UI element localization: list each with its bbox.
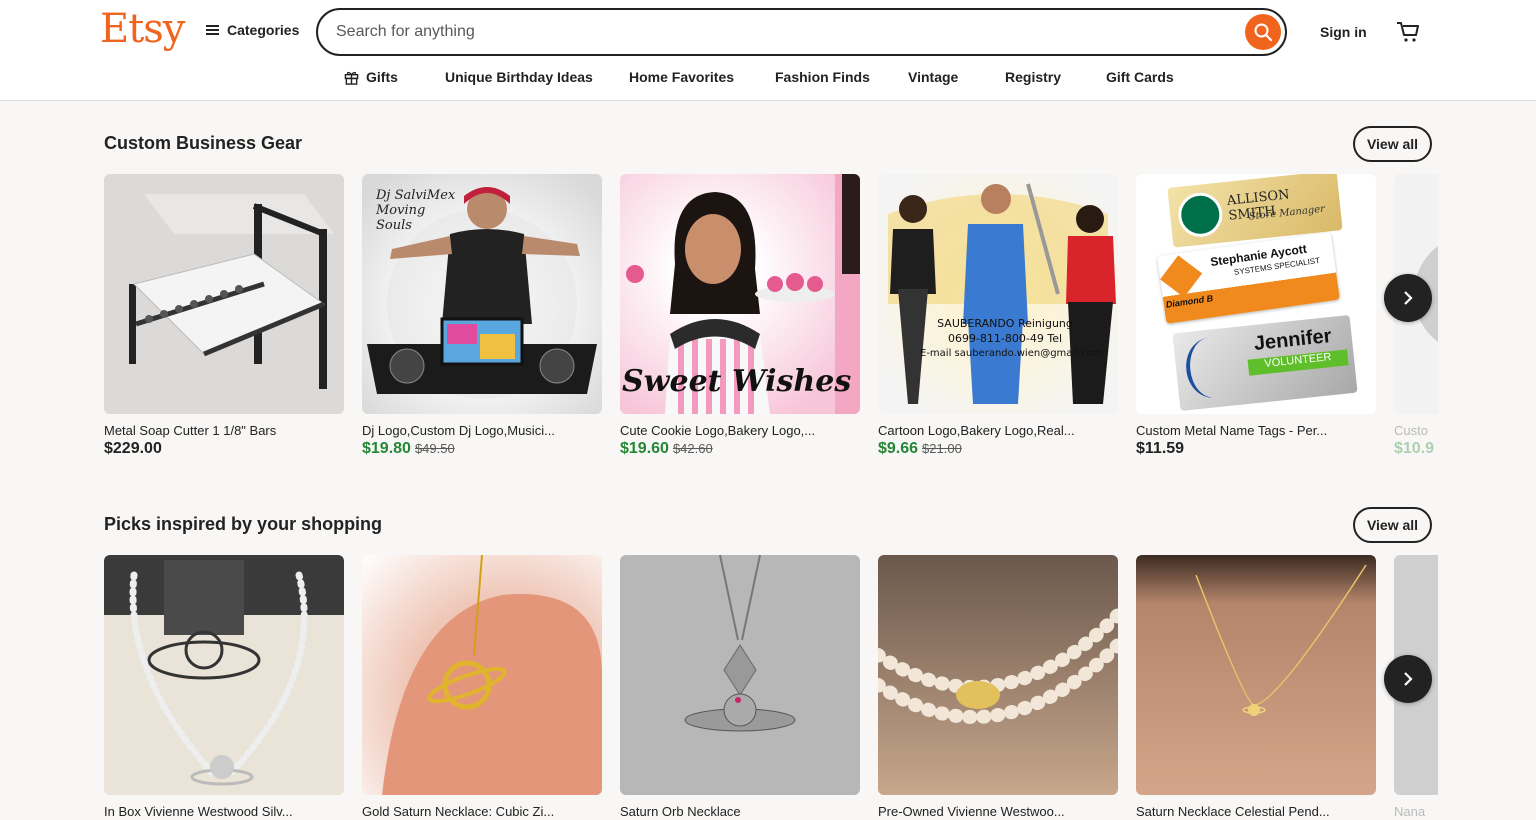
nav-item-registry[interactable]: Registry [1005,69,1061,85]
price-row: $10.9 [1394,440,1438,458]
product-title: In Box Vivienne Westwood Silv... [104,804,293,819]
product-title: Gold Saturn Necklace: Cubic Zi... [362,804,555,819]
product-card[interactable]: Gold Saturn Necklace: Cubic Zi... [362,555,602,819]
chevron-right-icon [1404,672,1413,686]
caption-line: E-mail sauberando.wien@gmail.com [920,348,1103,359]
image-caption: Sweet Wishes [622,364,852,399]
search-input[interactable] [336,20,1216,44]
product-title: Dj Logo,Custom Dj Logo,Musici... [362,423,555,438]
product-price: $19.80 [362,440,411,457]
carousel-next-button[interactable] [1384,655,1432,703]
categories-label: Categories [227,22,300,38]
product-image: SAUBERANDO Reinigung 0699-811-800-49 Tel… [878,174,1118,414]
section-title: Picks inspired by your shopping [104,514,383,534]
product-image: ALLISON SMITH Store Manager Stephanie Ay… [1136,174,1376,414]
product-image [362,555,602,795]
product-card[interactable]: ALLISON SMITH Store Manager Stephanie Ay… [1136,174,1376,458]
image-caption: SAUBERANDO Reinigung 0699-811-800-49 Tel… [920,316,1103,361]
product-title: Cartoon Logo,Bakery Logo,Real... [878,423,1075,438]
product-image [1136,555,1376,795]
product-image [620,555,860,795]
product-price: $19.60 [620,440,669,457]
product-title: Cute Cookie Logo,Bakery Logo,... [620,423,816,438]
diamond-logo-icon [1160,255,1203,298]
product-title: Saturn Necklace Celestial Pend... [1136,804,1330,819]
product-price: $9.66 [878,440,919,457]
product-card[interactable]: Metal Soap Cutter 1 1/8" Bars $229.00 [104,174,344,458]
nav-item-gifts[interactable]: Gifts [344,69,398,85]
search-bar [316,8,1287,56]
cart-icon [1397,22,1419,42]
original-price: $49.50 [414,441,455,456]
nav-label: Gifts [366,69,398,85]
product-price: $10.9 [1394,440,1435,457]
product-card[interactable]: Dj SalviMex Moving Souls Dj Logo,Custom … [362,174,602,458]
nav-item-birthday[interactable]: Unique Birthday Ideas [445,69,593,85]
gift-icon [344,71,359,85]
original-price: $21.00 [922,441,962,456]
price-row: $19.60 $42.60 [620,440,860,458]
categories-button[interactable]: Categories [206,22,299,38]
sign-in-link[interactable]: Sign in [1320,24,1367,40]
price-row: $11.59 [1136,440,1376,458]
product-card[interactable]: Pre-Owned Vivienne Westwoo... [878,555,1118,819]
view-all-button[interactable]: View all [1353,507,1432,543]
nav-item-vintage[interactable]: Vintage [908,69,958,85]
product-title: Saturn Orb Necklace [620,804,741,819]
caption-line: SAUBERANDO Reinigung [937,317,1073,330]
product-card[interactable]: Saturn Necklace Celestial Pend... [1136,555,1376,819]
nav-item-gift-cards[interactable]: Gift Cards [1106,69,1174,85]
product-card[interactable]: Sweet Wishes Cute Cookie Logo,Bakery Log… [620,174,860,458]
tag-company: Diamond B [1165,293,1214,310]
product-card[interactable]: SAUBERANDO Reinigung 0699-811-800-49 Tel… [878,174,1118,458]
tag-silver: Jennifer VOLUNTEER [1172,314,1358,412]
search-button[interactable] [1245,14,1281,50]
product-title: Custom Metal Name Tags - Per... [1136,423,1328,438]
product-image [104,555,344,795]
chevron-right-icon [1404,291,1413,305]
nav-item-home-favorites[interactable]: Home Favorites [629,69,734,85]
price-row: $19.80 $49.50 [362,440,602,458]
swirl-logo-icon [1183,335,1240,401]
menu-icon [206,25,219,35]
product-title: Metal Soap Cutter 1 1/8" Bars [104,423,277,438]
section-title: Custom Business Gear [104,133,303,153]
price-row: $9.66 $21.00 [878,440,1118,458]
product-image: Dj SalviMex Moving Souls [362,174,602,414]
nav-item-fashion-finds[interactable]: Fashion Finds [775,69,870,85]
carousel-next-button[interactable] [1384,274,1432,322]
category-nav: Gifts Unique Birthday Ideas Home Favorit… [0,69,1536,89]
product-title: Pre-Owned Vivienne Westwoo... [878,804,1065,819]
product-title: Custo [1394,423,1428,438]
image-caption: Dj SalviMex Moving Souls [376,188,456,233]
coffee-logo-icon [1176,190,1225,239]
product-image [104,174,344,414]
original-price: $42.60 [672,441,713,456]
product-price: $229.00 [104,440,162,457]
search-icon [1254,23,1273,42]
price-row: $229.00 [104,440,344,458]
view-all-button[interactable]: View all [1353,126,1432,162]
product-image: Sweet Wishes [620,174,860,414]
product-title: Nana [1394,804,1426,819]
cart-button[interactable] [1396,20,1420,49]
product-card[interactable]: In Box Vivienne Westwood Silv... [104,555,344,819]
product-image [878,555,1118,795]
caption-line: 0699-811-800-49 Tel [947,332,1063,345]
product-card[interactable]: Saturn Orb Necklace [620,555,860,819]
site-header: Etsy Categories Sign in [0,0,1536,101]
etsy-logo[interactable]: Etsy [100,6,185,52]
product-price: $11.59 [1136,440,1185,457]
